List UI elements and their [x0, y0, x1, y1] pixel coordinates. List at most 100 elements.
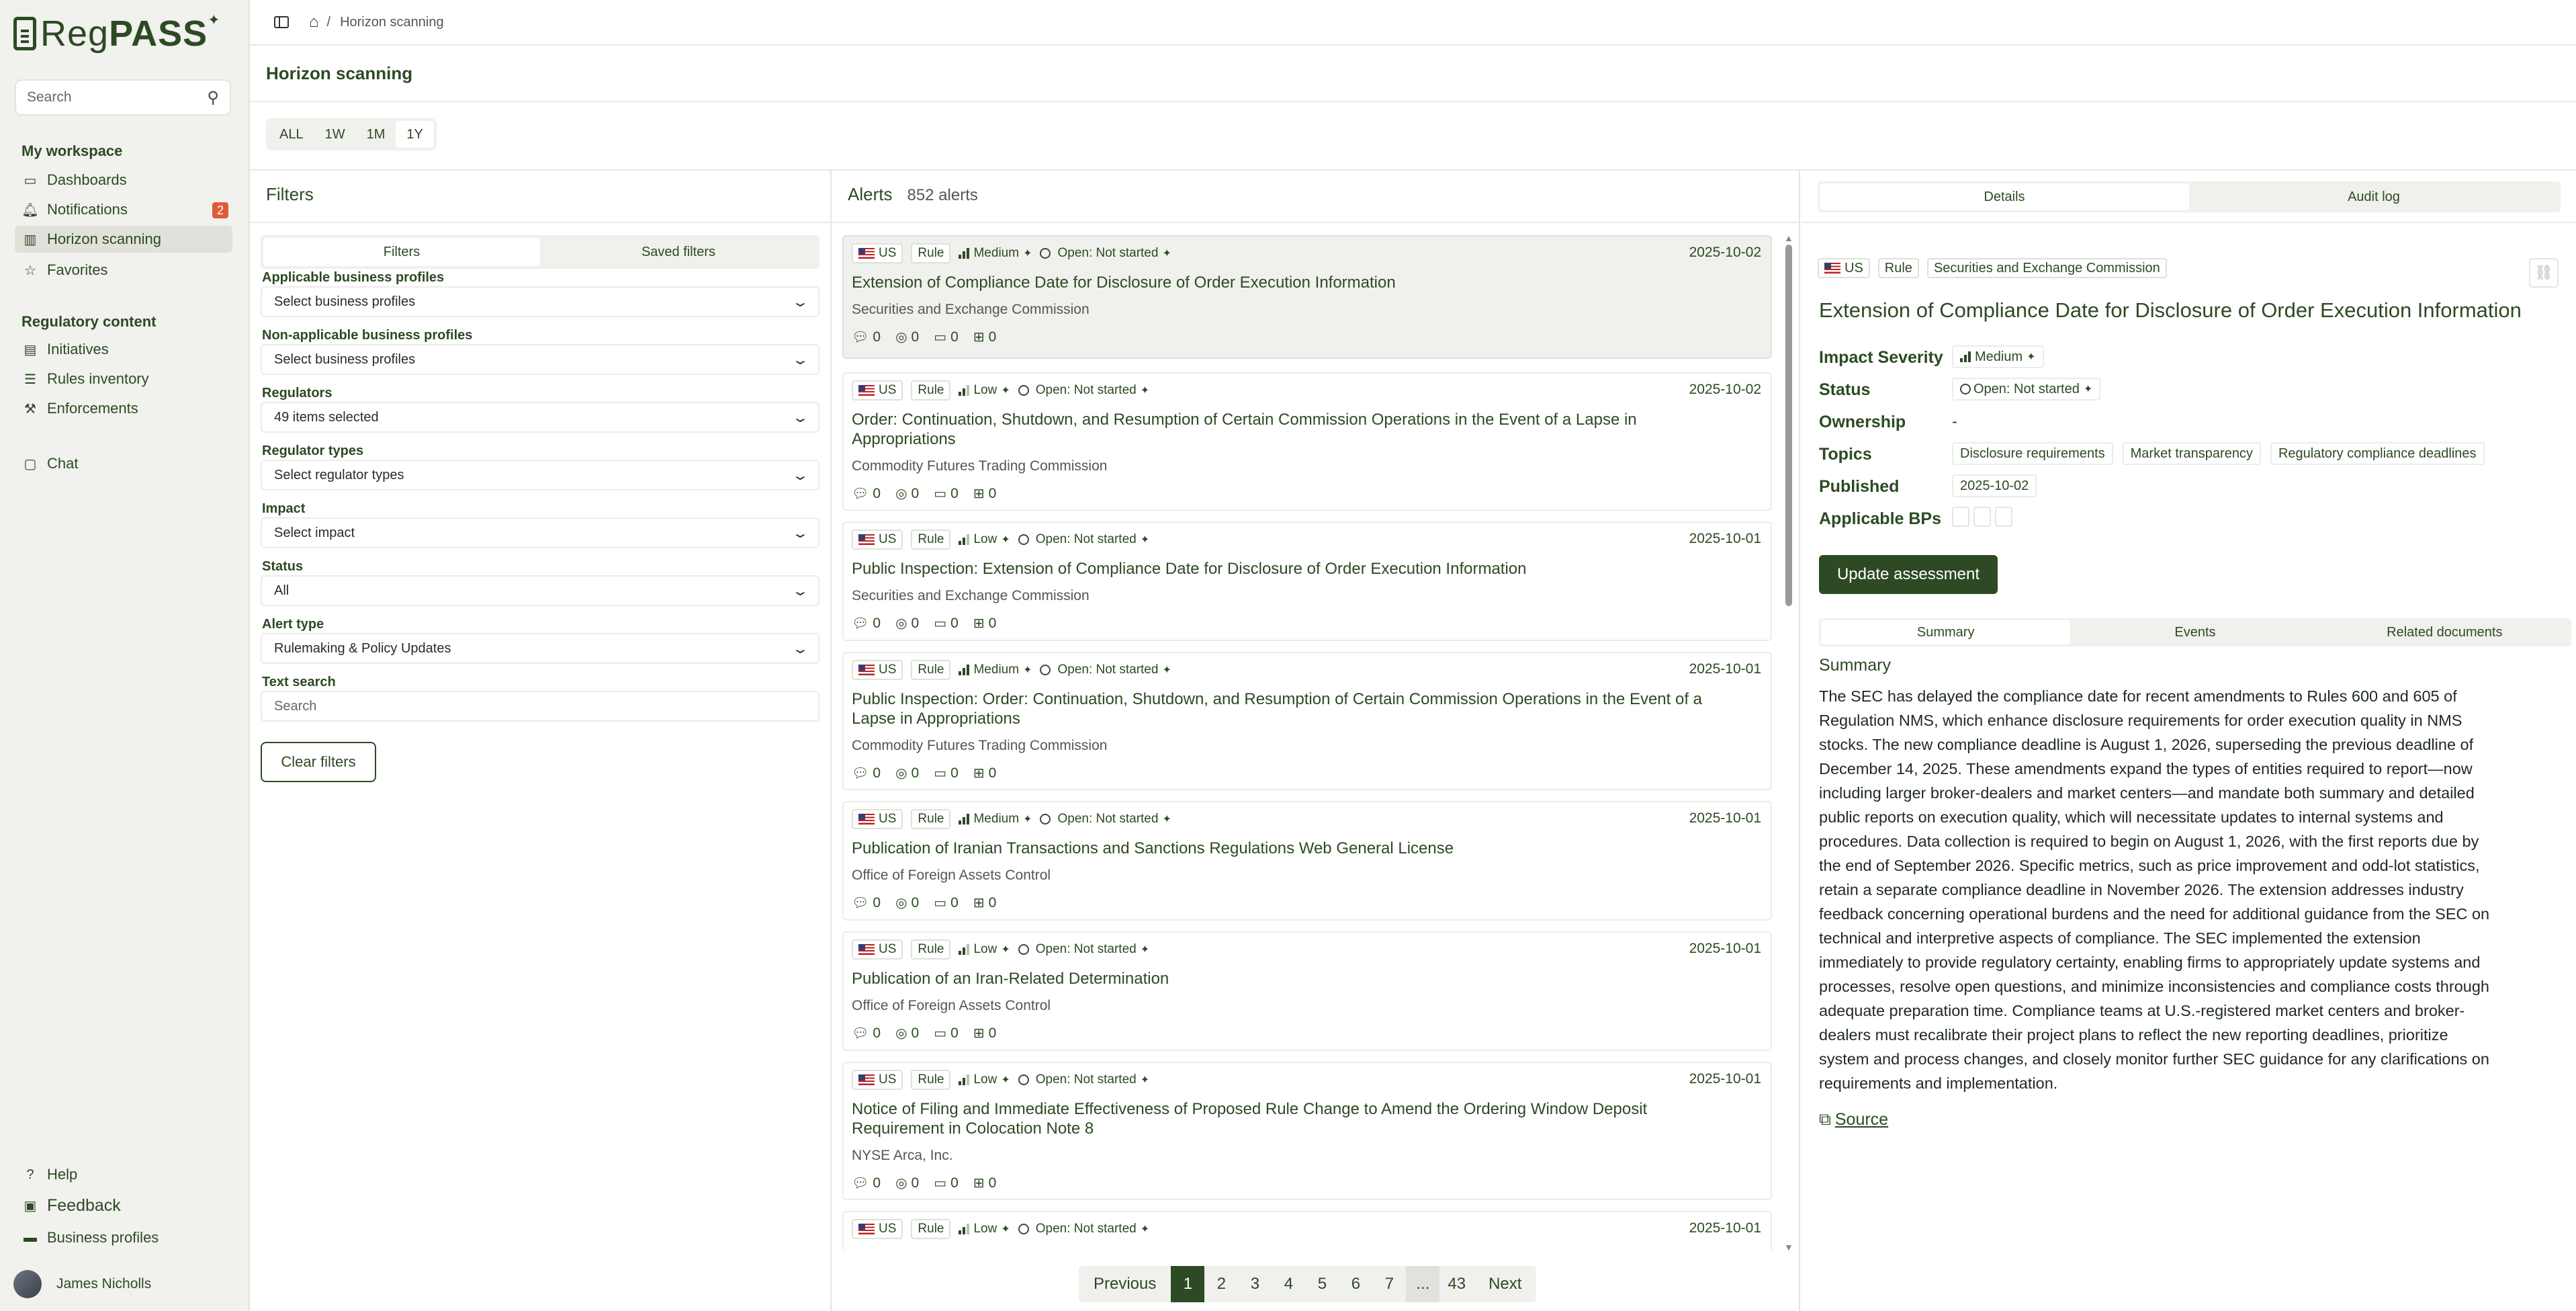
sidebar-item-rules-inventory[interactable]: ☰ Rules inventory	[15, 366, 232, 392]
update-assessment-button[interactable]: Update assessment	[1819, 555, 1998, 594]
pagination-page[interactable]: 1	[1171, 1266, 1205, 1302]
alert-card[interactable]: US Rule Low ✦ Open: Not started ✦ 2025-10-01 Pu…	[842, 521, 1772, 641]
pagination-page[interactable]: 6	[1339, 1266, 1372, 1302]
sidebar-search-input[interactable]: Search ⚲	[15, 79, 231, 116]
tasks-stat[interactable]: ▭ 0	[934, 1175, 959, 1191]
period-all[interactable]: ALL	[269, 121, 314, 148]
tasks-stat[interactable]: ▭ 0	[934, 765, 959, 781]
alert-card[interactable]: US Rule Medium ✦ Open: Not started ✦ 2025-10-0…	[842, 235, 1772, 359]
business-profiles-stat[interactable]: ⊞ 0	[973, 1025, 996, 1042]
tab-events[interactable]: Events	[2070, 620, 2319, 644]
owners-stat[interactable]: ◎ 0	[895, 765, 919, 781]
sidebar-item-chat[interactable]: ▢ Chat	[15, 450, 232, 477]
pagination-page[interactable]: 7	[1372, 1266, 1406, 1302]
scrollbar-thumb[interactable]	[1785, 245, 1792, 606]
pagination-previous[interactable]: Previous	[1079, 1266, 1171, 1302]
breadcrumb-current[interactable]: Horizon scanning	[340, 15, 444, 30]
tab-details[interactable]: Details	[1820, 183, 2189, 210]
alert-card[interactable]: USRuleLow✦Open: Not started✦2025-10-01No…	[842, 1211, 1772, 1250]
bp-slot[interactable]	[1995, 507, 2012, 527]
comments-stat[interactable]: 💬︎ 0	[852, 765, 881, 781]
business-profiles-stat[interactable]: ⊞ 0	[973, 894, 996, 911]
pagination-next[interactable]: Next	[1474, 1266, 1536, 1302]
user-menu[interactable]: James Nicholls	[13, 1270, 151, 1298]
bp-slot[interactable]	[1973, 507, 1991, 527]
topic-chip[interactable]: Disclosure requirements	[1952, 442, 2113, 465]
applicable-bp-select[interactable]: Select business profiles ⌄	[261, 286, 819, 317]
alert-title[interactable]: Public Inspection: Order: Continuation, …	[852, 689, 1752, 728]
owners-stat[interactable]: ◎ 0	[895, 1025, 919, 1042]
alerts-scrollbar[interactable]: ▲ ▼	[1784, 232, 1793, 1253]
bp-slot[interactable]	[1952, 507, 1969, 527]
alert-title[interactable]: Extension of Compliance Date for Disclos…	[852, 273, 1752, 292]
sidebar-item-notifications[interactable]: 🔔︎ Notifications 2	[15, 196, 232, 223]
sidebar-item-enforcements[interactable]: ⚒ Enforcements	[15, 395, 232, 422]
clear-filters-button[interactable]: Clear filters	[261, 742, 376, 782]
tasks-stat[interactable]: ▭ 0	[934, 485, 959, 502]
alert-card[interactable]: US Rule Low ✦ Open: Not started ✦ 2025-10-01 Pu…	[842, 931, 1772, 1051]
alert-title[interactable]: Public Inspection: Extension of Complian…	[852, 559, 1752, 579]
non-applicable-bp-select[interactable]: Select business profiles ⌄	[261, 344, 819, 375]
comments-stat[interactable]: 💬︎ 0	[852, 615, 881, 632]
sidebar-item-help[interactable]: ? Help	[15, 1161, 232, 1188]
alert-card[interactable]: US Rule Medium ✦ Open: Not started ✦ 2025-10-0…	[842, 652, 1772, 790]
tasks-stat[interactable]: ▭ 0	[934, 1025, 959, 1042]
alert-title[interactable]: Notice of Filing and Immediate Effective…	[852, 1099, 1752, 1138]
pagination-page[interactable]: 5	[1305, 1266, 1339, 1302]
tasks-stat[interactable]: ▭ 0	[934, 615, 959, 632]
business-profiles-stat[interactable]: ⊞ 0	[973, 1175, 996, 1191]
pagination-page[interactable]: ...	[1406, 1266, 1440, 1302]
scroll-up-icon[interactable]: ▲	[1784, 232, 1793, 243]
alert-card[interactable]: US Rule Medium ✦ Open: Not started ✦ 2025-10-0…	[842, 801, 1772, 921]
alert-card[interactable]: US Rule Low ✦ Open: Not started ✦ 2025-10-02 Or…	[842, 372, 1772, 511]
regulators-select[interactable]: 49 items selected ⌄	[261, 402, 819, 433]
home-icon[interactable]: ⌂	[309, 13, 319, 32]
topic-chip[interactable]: Regulatory compliance deadlines	[2270, 442, 2485, 465]
business-profiles-stat[interactable]: ⊞ 0	[973, 329, 996, 345]
comments-stat[interactable]: 💬︎ 0	[852, 485, 881, 502]
sidebar-item-feedback[interactable]: ▣ Feedback	[15, 1192, 232, 1219]
tab-filters[interactable]: Filters	[263, 238, 540, 266]
tab-summary[interactable]: Summary	[1821, 620, 2071, 644]
sidebar-item-business-profiles[interactable]: ▬ Business profiles	[15, 1224, 232, 1251]
regulator-types-select[interactable]: Select regulator types ⌄	[261, 460, 819, 491]
period-1m[interactable]: 1M	[356, 121, 396, 148]
pagination-page[interactable]: 3	[1238, 1266, 1272, 1302]
pagination-page[interactable]: 4	[1272, 1266, 1305, 1302]
search-icon[interactable]: ⚲	[207, 88, 219, 108]
sidebar-toggle-icon[interactable]	[274, 16, 289, 28]
comments-stat[interactable]: 💬︎ 0	[852, 1175, 881, 1191]
impact-select[interactable]: Select impact ⌄	[261, 517, 819, 548]
pagination-page[interactable]: 43	[1439, 1266, 1474, 1302]
sidebar-item-horizon-scanning[interactable]: ▥ Horizon scanning	[15, 226, 232, 253]
tab-saved-filters[interactable]: Saved filters	[540, 238, 817, 266]
sidebar-item-initiatives[interactable]: ▤ Initiatives	[15, 336, 232, 363]
alert-card[interactable]: USRuleLow✦Open: Not started✦2025-10-01No…	[842, 1062, 1772, 1200]
sidebar-item-dashboards[interactable]: ▭ Dashboards	[15, 167, 232, 194]
owners-stat[interactable]: ◎ 0	[895, 894, 919, 911]
owners-stat[interactable]: ◎ 0	[895, 1175, 919, 1191]
tasks-stat[interactable]: ▭ 0	[934, 894, 959, 911]
business-profiles-stat[interactable]: ⊞ 0	[973, 765, 996, 781]
owners-stat[interactable]: ◎ 0	[895, 615, 919, 632]
comments-stat[interactable]: 💬︎ 0	[852, 329, 881, 345]
tasks-stat[interactable]: ▭ 0	[934, 329, 959, 345]
period-1y[interactable]: 1Y	[396, 121, 434, 148]
copy-link-icon[interactable]: ⛓	[2529, 258, 2559, 288]
tab-related-documents[interactable]: Related documents	[2320, 620, 2569, 644]
period-1w[interactable]: 1W	[314, 121, 356, 148]
comments-stat[interactable]: 💬︎ 0	[852, 1025, 881, 1042]
pagination-page[interactable]: 2	[1204, 1266, 1238, 1302]
status-select[interactable]: All ⌄	[261, 575, 819, 606]
comments-stat[interactable]: 💬︎ 0	[852, 894, 881, 911]
owners-stat[interactable]: ◎ 0	[895, 485, 919, 502]
business-profiles-stat[interactable]: ⊞ 0	[973, 615, 996, 632]
text-search-input[interactable]: Search	[261, 691, 819, 722]
topic-chip[interactable]: Market transparency	[2122, 442, 2261, 465]
tab-audit-log[interactable]: Audit log	[2189, 183, 2559, 210]
source-link[interactable]: ⧉ Source	[1819, 1110, 1888, 1130]
alert-title[interactable]: Notice of Filing and Immediate Effective…	[852, 1249, 1752, 1250]
alert-title[interactable]: Publication of Iranian Transactions and …	[852, 839, 1752, 858]
owners-stat[interactable]: ◎ 0	[895, 329, 919, 345]
alert-type-select[interactable]: Rulemaking & Policy Updates ⌄	[261, 633, 819, 664]
